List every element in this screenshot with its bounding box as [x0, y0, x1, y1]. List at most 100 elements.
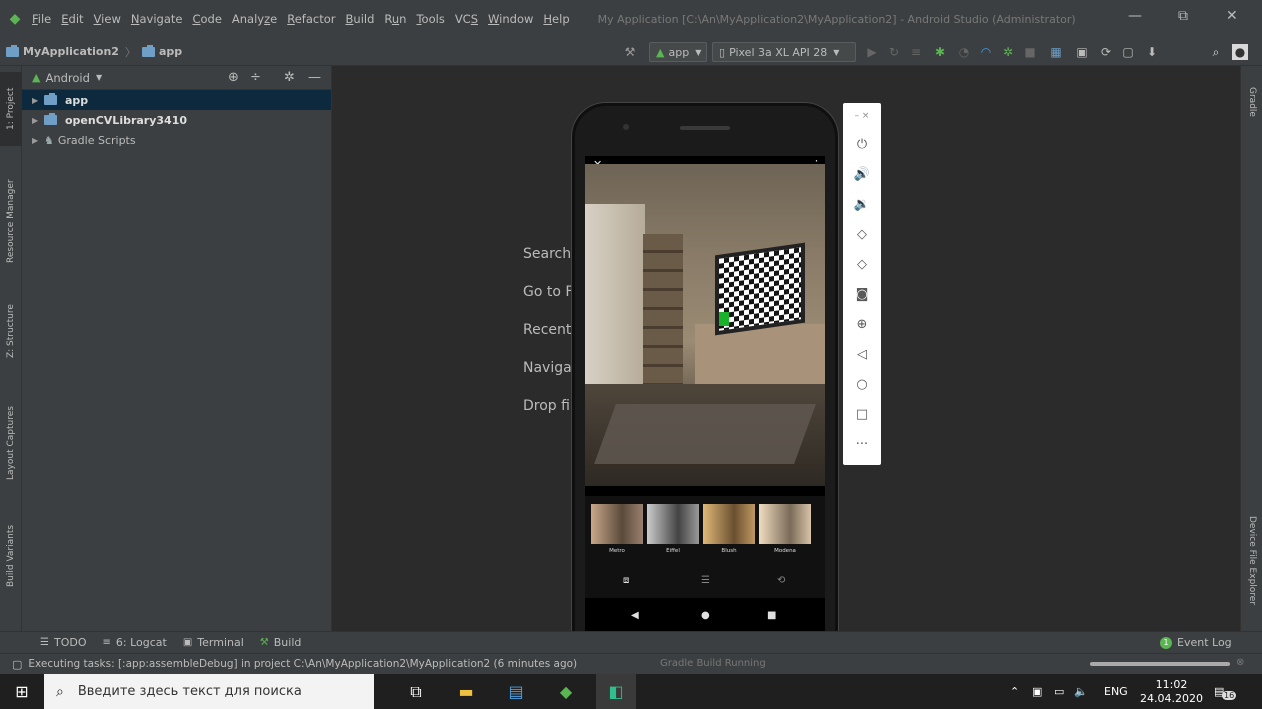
notifications-icon[interactable]: ▤ 16 [1214, 674, 1237, 709]
tool-tab-gradle[interactable]: Gradle [1241, 74, 1262, 130]
cancel-task-icon[interactable]: ⊗ [1236, 657, 1244, 668]
build-hammer-icon[interactable]: ⚒ [622, 44, 638, 60]
home-icon[interactable]: ● [701, 610, 710, 621]
menu-item-build[interactable]: Build [346, 12, 375, 26]
overview-icon[interactable]: □ [843, 407, 881, 422]
run-config-select[interactable]: ▲ app ▼ [649, 42, 707, 62]
filter-modena[interactable]: Modena [759, 504, 811, 556]
filters-tab-icon[interactable]: ⧈ [623, 575, 629, 586]
breadcrumb-module[interactable]: app [141, 44, 182, 58]
rotate-left-icon[interactable]: ◇ [843, 227, 881, 242]
control-panel-icon[interactable]: ▤ [496, 674, 536, 709]
tool-tab-todo[interactable]: ☰ TODO [40, 636, 86, 649]
language-indicator[interactable]: ENG [1104, 674, 1128, 709]
locate-icon[interactable]: ⊕ [228, 70, 239, 85]
menu-item-view[interactable]: View [94, 12, 121, 26]
menu-item-navigate[interactable]: Navigate [131, 12, 183, 26]
tray-app-icon[interactable]: ▣ [1032, 674, 1042, 709]
tree-item-gradle-scripts[interactable]: ▶ ♞ Gradle Scripts [22, 130, 331, 150]
menu-item-help[interactable]: Help [543, 12, 569, 26]
avd-manager-icon[interactable]: ▣ [1074, 44, 1090, 60]
sync-gradle-icon[interactable]: ⟳ [1098, 44, 1114, 60]
emulator-taskbar-icon[interactable]: ◧ [596, 674, 636, 709]
tool-tab-device-file-explorer[interactable]: Device File Explorer [1241, 506, 1262, 616]
debug-icon[interactable]: ✱ [932, 44, 948, 60]
device-select[interactable]: ▯ Pixel 3a XL API 28 ▼ [712, 42, 856, 62]
windows-start-icon[interactable]: ⊞ [0, 674, 44, 709]
attach-debugger-icon[interactable]: ✲ [1000, 44, 1016, 60]
tool-tab-terminal[interactable]: ▣ Terminal [183, 636, 244, 649]
chevron-down-icon[interactable]: ▼ [96, 73, 102, 82]
filter-blush[interactable]: Blush [703, 504, 755, 556]
volume-up-icon[interactable]: 🔊 [843, 167, 881, 182]
zoom-icon[interactable]: ⊕ [843, 317, 881, 332]
gear-icon[interactable]: ✲ [284, 70, 295, 85]
project-view-select[interactable]: Android [45, 71, 89, 85]
back-icon[interactable]: ◁ [843, 347, 881, 362]
network-icon[interactable]: ▭ [1054, 674, 1064, 709]
hide-panel-icon[interactable]: — [308, 70, 321, 85]
rotate-right-icon[interactable]: ◇ [843, 257, 881, 272]
build-progress-bar[interactable] [1090, 662, 1230, 666]
tool-tab-resource-manager[interactable]: Resource Manager [0, 166, 22, 276]
file-explorer-icon[interactable]: ▬ [446, 674, 486, 709]
more-icon[interactable]: ··· [843, 437, 881, 452]
tool-tab-layout-captures[interactable]: Layout Captures [0, 396, 22, 491]
menu-item-run[interactable]: Run [384, 12, 406, 26]
profile-icon[interactable]: ◔ [956, 44, 972, 60]
collapse-all-icon[interactable]: ÷ [250, 70, 261, 85]
filter-metro[interactable]: Metro [591, 504, 643, 556]
menu-item-tools[interactable]: Tools [416, 12, 444, 26]
task-view-icon[interactable]: ⧉ [396, 674, 436, 709]
taskbar-search-input[interactable]: ⌕ Введите здесь текст для поиска [44, 674, 374, 709]
filter-eiffel[interactable]: Eiffel [647, 504, 699, 556]
back-icon[interactable]: ◀ [631, 610, 639, 621]
expand-arrow-icon[interactable]: ▶ [32, 116, 44, 125]
volume-down-icon[interactable]: 🔉 [843, 197, 881, 212]
menu-item-file[interactable]: File [32, 12, 51, 26]
expand-arrow-icon[interactable]: ▶ [32, 136, 44, 145]
menu-item-analyze[interactable]: Analyze [232, 12, 277, 26]
expand-arrow-icon[interactable]: ▶ [32, 96, 44, 105]
apply-code-changes-icon[interactable]: ≡ [908, 44, 924, 60]
breadcrumb-project[interactable]: MyApplication2 [6, 44, 119, 58]
clock[interactable]: 11:02 24.04.2020 [1140, 674, 1203, 709]
account-avatar-icon[interactable]: ● [1232, 44, 1248, 60]
close-icon[interactable]: ✕ [1226, 8, 1238, 24]
recents-icon[interactable]: ■ [767, 610, 776, 621]
background-task-label[interactable]: Gradle Build Running [660, 658, 766, 669]
minimize-close-icon[interactable]: – × [843, 111, 881, 121]
restore-icon[interactable]: ⧉ [1178, 8, 1188, 24]
tray-overflow-icon[interactable]: ⌃ [1010, 674, 1019, 709]
tool-tab-build-variants[interactable]: Build Variants [0, 514, 22, 598]
volume-icon[interactable]: 🔈 [1074, 674, 1088, 709]
tool-tab-logcat[interactable]: ≡ 6: Logcat [102, 636, 166, 649]
menu-item-vcs[interactable]: VCS [455, 12, 478, 26]
run-icon[interactable]: ▶ [864, 44, 880, 60]
apply-changes-icon[interactable]: ↻ [886, 44, 902, 60]
tree-item-opencv[interactable]: ▶ openCVLibrary3410 [22, 110, 331, 130]
minimize-icon[interactable]: — [1128, 8, 1142, 24]
tool-tab-build[interactable]: ⚒ Build [260, 636, 302, 649]
search-icon[interactable]: ⌕ [1208, 44, 1224, 60]
sdk-manager-icon[interactable]: ⬇ [1144, 44, 1160, 60]
crop-rotate-tab-icon[interactable]: ⟲ [777, 575, 785, 586]
menu-item-edit[interactable]: Edit [61, 12, 83, 26]
stop-icon[interactable]: ■ [1022, 44, 1038, 60]
emulator-screen[interactable]: ✕ ⋮ Metro Eiffel Blush [585, 156, 825, 634]
tool-tab-structure[interactable]: Z: Structure [0, 291, 22, 371]
toggle-tool-windows-icon[interactable]: ▢ [12, 658, 22, 671]
android-studio-taskbar-icon[interactable]: ◆ [546, 674, 586, 709]
tool-tab-project[interactable]: 1: Project [0, 72, 22, 146]
menu-item-refactor[interactable]: Refactor [287, 12, 335, 26]
project-structure-icon[interactable]: ▦ [1048, 44, 1064, 60]
profiler-gauge-icon[interactable]: ◠ [978, 44, 994, 60]
tool-tab-event-log[interactable]: 1 Event Log [1160, 636, 1232, 649]
screenshot-camera-icon[interactable]: ◙ [843, 287, 881, 302]
menu-item-window[interactable]: Window [488, 12, 533, 26]
power-icon[interactable]: ⏻ [843, 137, 881, 152]
menu-item-code[interactable]: Code [192, 12, 221, 26]
tree-item-app[interactable]: ▶ app [22, 90, 331, 110]
home-icon[interactable]: ○ [843, 377, 881, 392]
adjust-tab-icon[interactable]: ☰ [701, 575, 710, 586]
